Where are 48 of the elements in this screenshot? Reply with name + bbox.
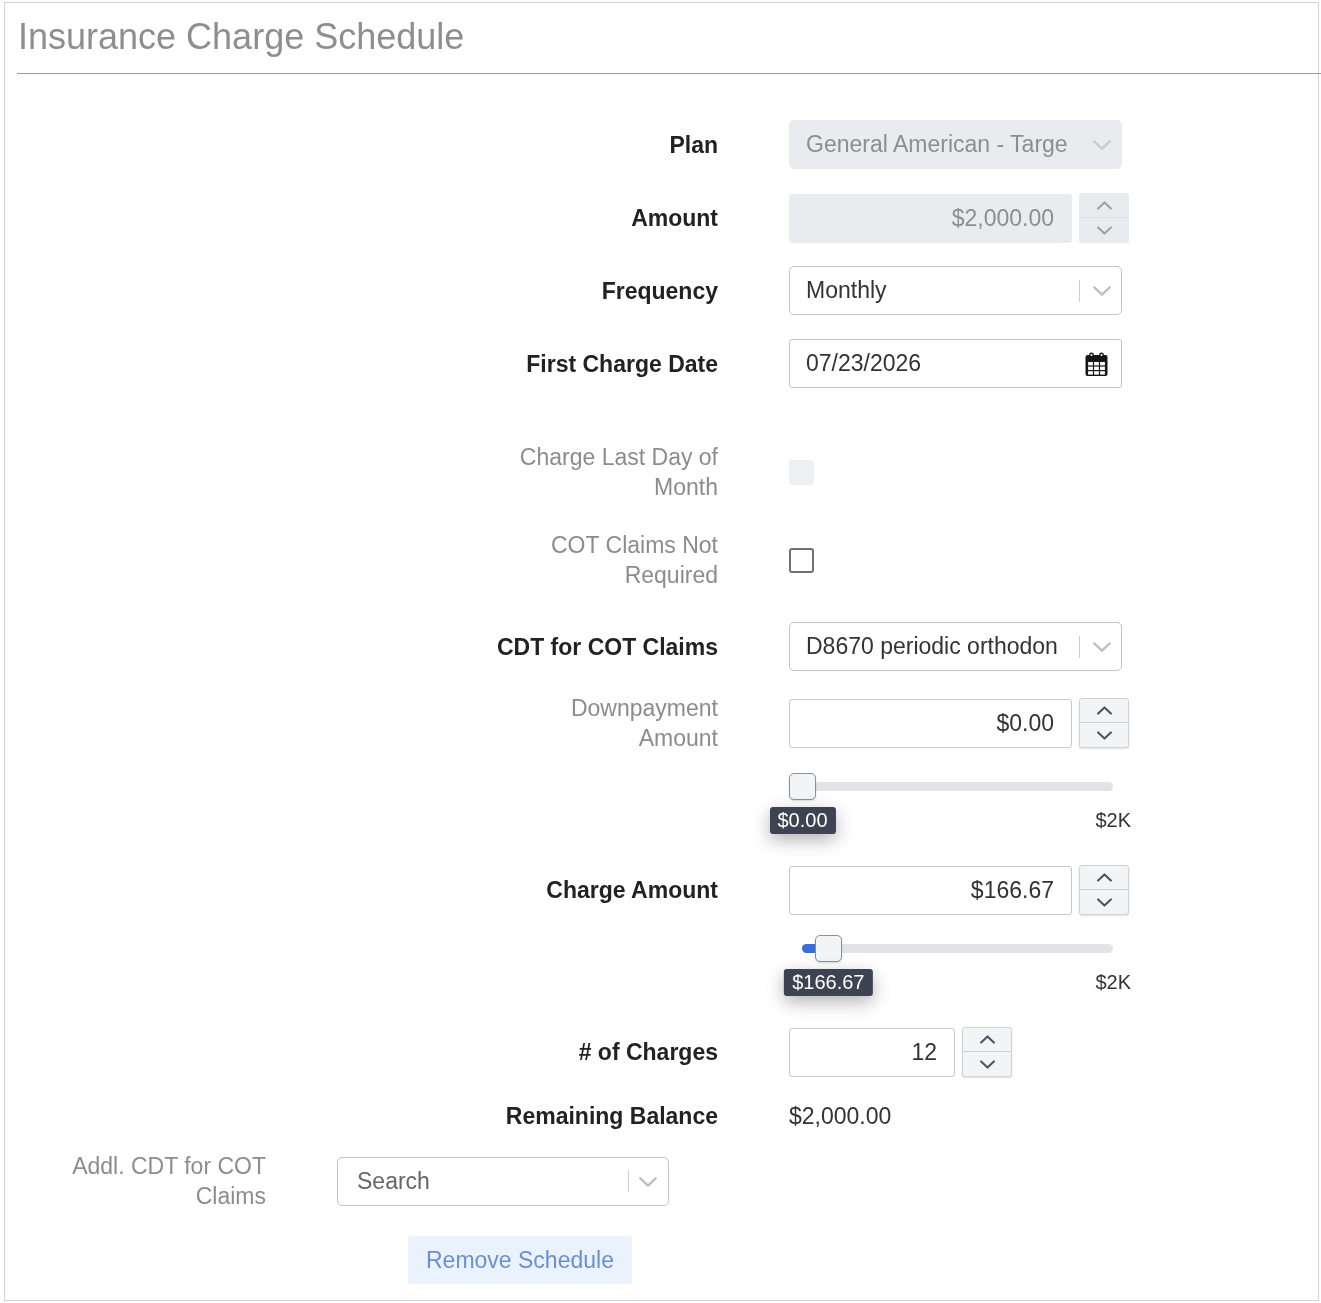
field-label: Addl. CDT for COT Claims [71, 1152, 266, 1211]
decrement-button[interactable] [962, 1052, 1012, 1077]
number-field[interactable]: 12 [789, 1027, 955, 1077]
field-label: # of Charges [578, 1038, 718, 1067]
date-field[interactable]: 07/23/2026 [789, 339, 1122, 388]
increment-button[interactable] [962, 1027, 1012, 1052]
chevron-down-icon [639, 1176, 657, 1187]
dropdown[interactable]: Monthly [789, 266, 1122, 315]
field-label: Remaining Balance [505, 1102, 718, 1131]
field-label: Charge Amount [546, 876, 718, 905]
field-label: First Charge Date [526, 349, 718, 379]
number-field[interactable]: $166.67 [789, 865, 1072, 915]
slider-tooltip: $166.67 [784, 969, 873, 996]
chevron-down-icon [1096, 225, 1112, 235]
chevron-down-icon [1096, 897, 1112, 907]
chevron-down-icon [1093, 285, 1111, 296]
field-label: Amount [631, 204, 718, 233]
balance-value: $2,000.00 [789, 1102, 892, 1131]
increment-button[interactable] [1079, 698, 1129, 723]
slider-tooltip: $0.00 [769, 807, 836, 834]
field-label: Plan [669, 130, 718, 160]
chevron-up-icon [1096, 201, 1112, 210]
checkbox[interactable] [789, 547, 814, 573]
chevron-down-icon [1096, 730, 1112, 740]
slider-thumb[interactable] [789, 773, 816, 800]
chevron-up-icon [1096, 873, 1112, 882]
field-label: COT Claims Not Required [550, 531, 718, 590]
number-field[interactable]: $0.00 [789, 698, 1072, 748]
slider-fill [802, 944, 815, 953]
decrement-button[interactable] [1079, 890, 1129, 915]
field-label: Charge Last Day of Month [518, 443, 718, 502]
field-label: Downpayment Amount [569, 694, 718, 753]
chevron-up-icon [1096, 706, 1112, 715]
field-label: Frequency [601, 276, 718, 306]
slider-max-label: $2K [1095, 808, 1131, 833]
field-label: CDT for COT Claims [496, 632, 718, 662]
slider-thumb[interactable] [814, 935, 842, 962]
chevron-down-icon [1093, 139, 1111, 150]
calendar-icon[interactable] [1085, 351, 1108, 376]
chevron-down-icon [979, 1059, 995, 1069]
decrement-button[interactable] [1079, 723, 1129, 748]
chevron-down-icon [1093, 641, 1111, 652]
search-field[interactable]: Search [337, 1156, 669, 1206]
increment-button[interactable] [1079, 865, 1129, 890]
page-title: Insurance Charge Schedule [18, 15, 465, 59]
slider-max-label: $2K [1095, 970, 1131, 995]
chevron-up-icon [979, 1035, 995, 1044]
dropdown[interactable]: D8670 periodic orthodon [789, 622, 1122, 671]
